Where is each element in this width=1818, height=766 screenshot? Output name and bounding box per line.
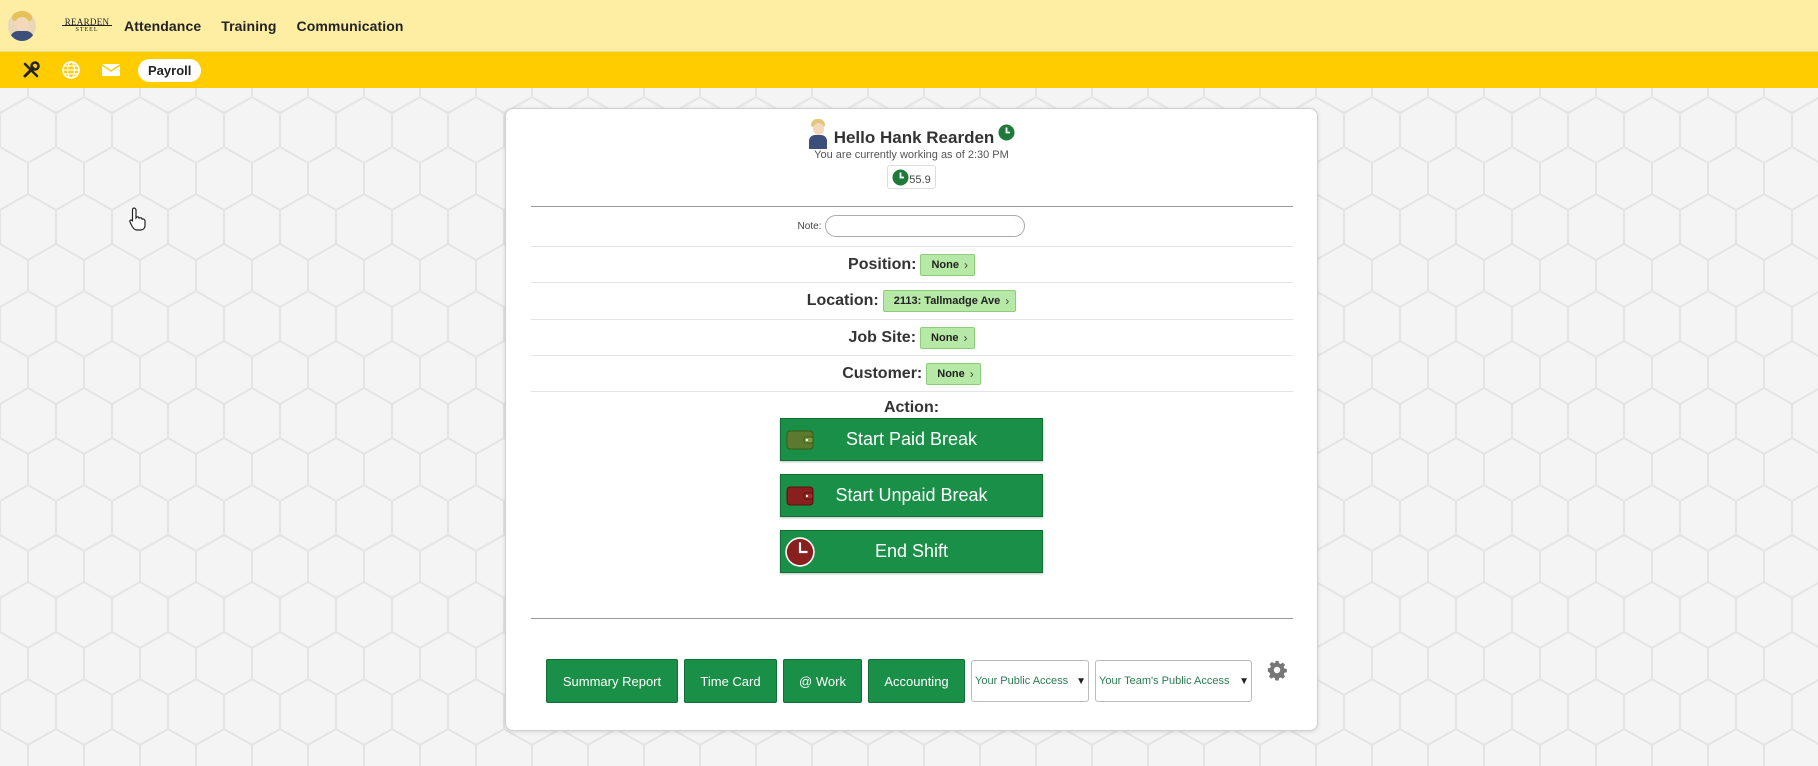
team-public-access-select[interactable]: Your Team's Public Access ▼ — [1095, 660, 1252, 702]
start-paid-break-button[interactable]: Start Paid Break — [780, 418, 1043, 461]
row-divider — [531, 355, 1293, 356]
clock-card: Hello Hank Rearden You are currently wor… — [505, 108, 1318, 731]
chevron-right-icon: › — [963, 331, 968, 345]
action-label: Action: — [883, 399, 940, 416]
greeting-section: Hello Hank Rearden You are currently wor… — [506, 119, 1317, 191]
nav-communication[interactable]: Communication — [296, 18, 403, 34]
sub-navbar: Payroll — [0, 52, 1818, 88]
user-avatar[interactable] — [8, 10, 36, 41]
hand-cursor-icon — [129, 207, 146, 231]
main-nav: Attendance Training Communication — [124, 18, 424, 34]
chevron-down-icon: ▼ — [1239, 675, 1249, 687]
globe-icon[interactable] — [60, 59, 82, 81]
note-label: Note: — [797, 220, 822, 232]
job-site-selector[interactable]: None › — [920, 327, 975, 349]
mail-icon[interactable] — [100, 59, 122, 81]
bottom-toolbar: Summary Report Time Card @ Work Accounti… — [546, 659, 1258, 703]
position-row: Position: None › — [506, 251, 1317, 279]
clock-icon — [998, 124, 1015, 140]
row-divider — [531, 282, 1293, 283]
action-label-row: Action: — [506, 397, 1317, 419]
position-selector[interactable]: None › — [920, 254, 975, 276]
nav-attendance[interactable]: Attendance — [124, 18, 201, 34]
chevron-right-icon: › — [963, 258, 968, 272]
divider — [531, 206, 1293, 207]
location-row: Location: 2113: Tallmadge Ave › — [506, 287, 1317, 315]
work-status-text: You are currently working as of 2:30 PM — [814, 149, 1009, 161]
location-label: Location: — [806, 292, 879, 309]
gear-icon[interactable] — [1266, 659, 1288, 681]
company-logo[interactable]: REARDEN STEEL — [62, 15, 112, 37]
greeting-title: Hello Hank Rearden — [833, 128, 995, 147]
customer-label: Customer: — [842, 365, 923, 382]
note-input[interactable] — [825, 215, 1026, 237]
job-site-row: Job Site: None › — [506, 324, 1317, 352]
tools-icon[interactable] — [20, 59, 42, 81]
wallet-icon — [786, 486, 814, 506]
accounting-button[interactable]: Accounting — [868, 659, 965, 703]
start-unpaid-break-button[interactable]: Start Unpaid Break — [780, 474, 1043, 517]
at-work-button[interactable]: @ Work — [783, 659, 862, 703]
end-shift-button[interactable]: End Shift — [780, 530, 1043, 573]
summary-report-button[interactable]: Summary Report — [546, 659, 678, 703]
row-divider — [531, 246, 1293, 247]
row-divider — [531, 391, 1293, 392]
public-access-select[interactable]: Your Public Access ▼ — [971, 660, 1089, 702]
row-divider — [531, 319, 1293, 320]
hours-counter: 55.9 — [887, 165, 936, 189]
hours-value: 55.9 — [909, 174, 931, 186]
clock-icon — [785, 537, 815, 567]
clock-icon — [892, 169, 909, 186]
chevron-down-icon: ▼ — [1076, 675, 1086, 687]
note-row: Note: — [506, 214, 1317, 238]
divider — [531, 618, 1293, 619]
wallet-icon — [786, 430, 814, 450]
nav-training[interactable]: Training — [221, 18, 276, 34]
customer-row: Customer: None › — [506, 360, 1317, 388]
location-selector[interactable]: 2113: Tallmadge Ave › — [882, 290, 1017, 312]
position-label: Position: — [848, 256, 917, 273]
user-avatar-small — [808, 119, 828, 149]
customer-selector[interactable]: None › — [926, 363, 981, 385]
top-navbar: REARDEN STEEL Attendance Training Commun… — [0, 0, 1818, 52]
chevron-right-icon: › — [969, 367, 974, 381]
chevron-right-icon: › — [1005, 294, 1010, 308]
job-site-label: Job Site: — [848, 329, 917, 346]
payroll-button[interactable]: Payroll — [138, 58, 202, 82]
time-card-button[interactable]: Time Card — [684, 659, 777, 703]
